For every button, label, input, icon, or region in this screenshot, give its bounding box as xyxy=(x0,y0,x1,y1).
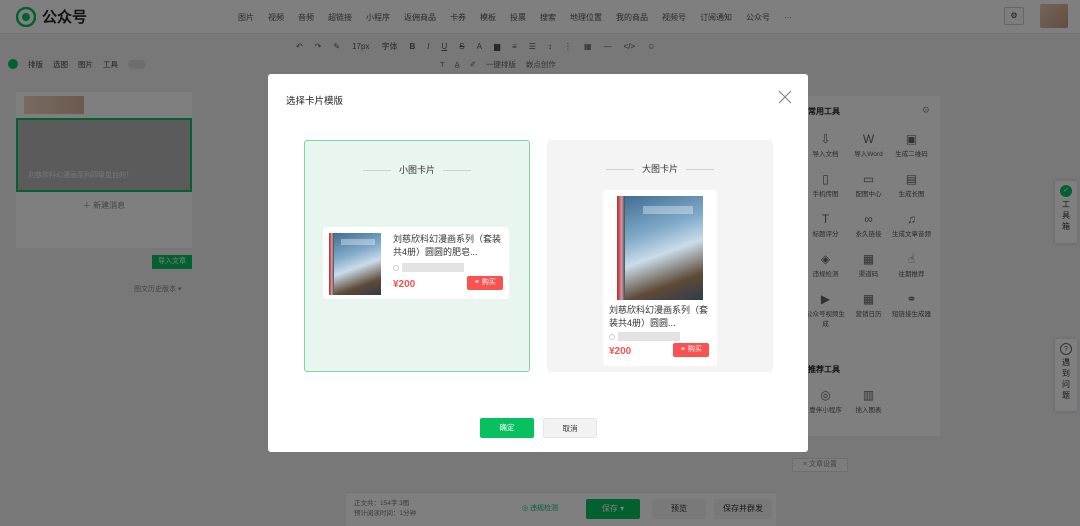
product-name: 刘慈欣科幻漫画系列（套装共4册）圆圆... xyxy=(609,305,709,328)
book-spine xyxy=(617,196,625,300)
card-template-dialog: 选择卡片模版 小图卡片 刘慈欣科幻漫画系列（套装共4册）圆圆的肥皂... ¥20… xyxy=(268,74,808,452)
product-image xyxy=(617,196,703,300)
shop-name-blurred xyxy=(618,332,680,341)
shop-row xyxy=(609,332,680,341)
product-image xyxy=(329,233,381,295)
cancel-button[interactable]: 取消 xyxy=(543,418,597,438)
small-card-option[interactable]: 小图卡片 刘慈欣科幻漫画系列（套装共4册）圆圆的肥皂... ¥200 ⚭ 购买 xyxy=(304,140,530,372)
buy-button: ⚭ 购买 xyxy=(467,276,503,290)
shop-row xyxy=(393,263,464,272)
shop-icon xyxy=(393,264,399,271)
product-price: ¥200 xyxy=(393,279,416,290)
shop-icon xyxy=(609,333,615,340)
small-card-heading: 小图卡片 xyxy=(305,163,529,176)
buy-label: 购买 xyxy=(481,279,496,286)
large-card-heading: 大图卡片 xyxy=(547,162,773,175)
dialog-title: 选择卡片模版 xyxy=(286,96,344,107)
buy-button: ⚭ 购买 xyxy=(673,343,709,357)
book-spine xyxy=(329,233,334,295)
large-card-option[interactable]: 大图卡片 刘慈欣科幻漫画系列（套装共4册）圆圆... ¥200 ⚭ 购买 xyxy=(547,140,773,372)
product-price: ¥200 xyxy=(609,346,632,357)
product-name: 刘慈欣科幻漫画系列（套装共4册）圆圆的肥皂... xyxy=(393,234,502,257)
large-card-preview: 刘慈欣科幻漫画系列（套装共4册）圆圆... ¥200 ⚭ 购买 xyxy=(603,190,717,366)
book-title-block xyxy=(643,206,693,214)
confirm-button[interactable]: 确定 xyxy=(480,418,534,438)
book-title-block xyxy=(341,239,375,245)
close-icon[interactable] xyxy=(778,90,792,104)
shop-name-blurred xyxy=(402,263,464,272)
buy-label: 购买 xyxy=(687,346,702,353)
small-card-preview: 刘慈欣科幻漫画系列（套装共4册）圆圆的肥皂... ¥200 ⚭ 购买 xyxy=(323,227,509,299)
